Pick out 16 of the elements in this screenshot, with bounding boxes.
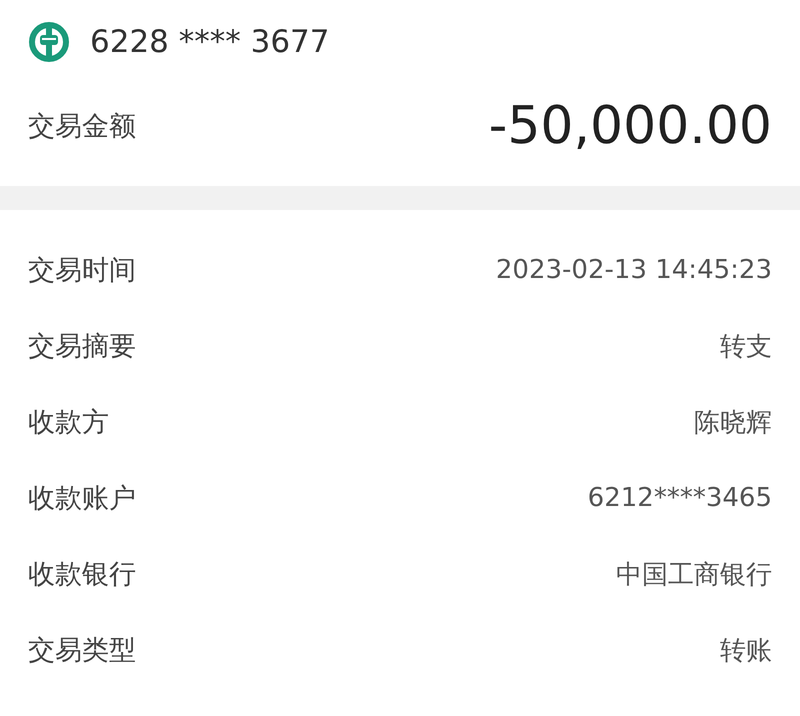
detail-value: 中国工商银行	[616, 558, 772, 592]
detail-label: 收款方	[28, 406, 109, 440]
detail-value: 6212****3465	[588, 483, 772, 513]
detail-value: 2023-02-13 14:45:23	[496, 255, 772, 285]
detail-value: 转支	[720, 330, 772, 364]
detail-label: 交易类型	[28, 634, 136, 668]
bank-logo-icon	[28, 21, 70, 63]
detail-value: 转账	[720, 634, 772, 668]
amount-label: 交易金额	[28, 110, 136, 144]
detail-label: 交易时间	[28, 254, 136, 288]
detail-value: 陈晓辉	[694, 406, 772, 440]
detail-label: 收款账户	[28, 482, 136, 516]
detail-label: 收款银行	[28, 558, 136, 592]
amount-value: -50,000.00	[488, 96, 772, 156]
card-number: 6228 **** 3677	[90, 24, 330, 60]
detail-label: 交易摘要	[28, 330, 136, 364]
